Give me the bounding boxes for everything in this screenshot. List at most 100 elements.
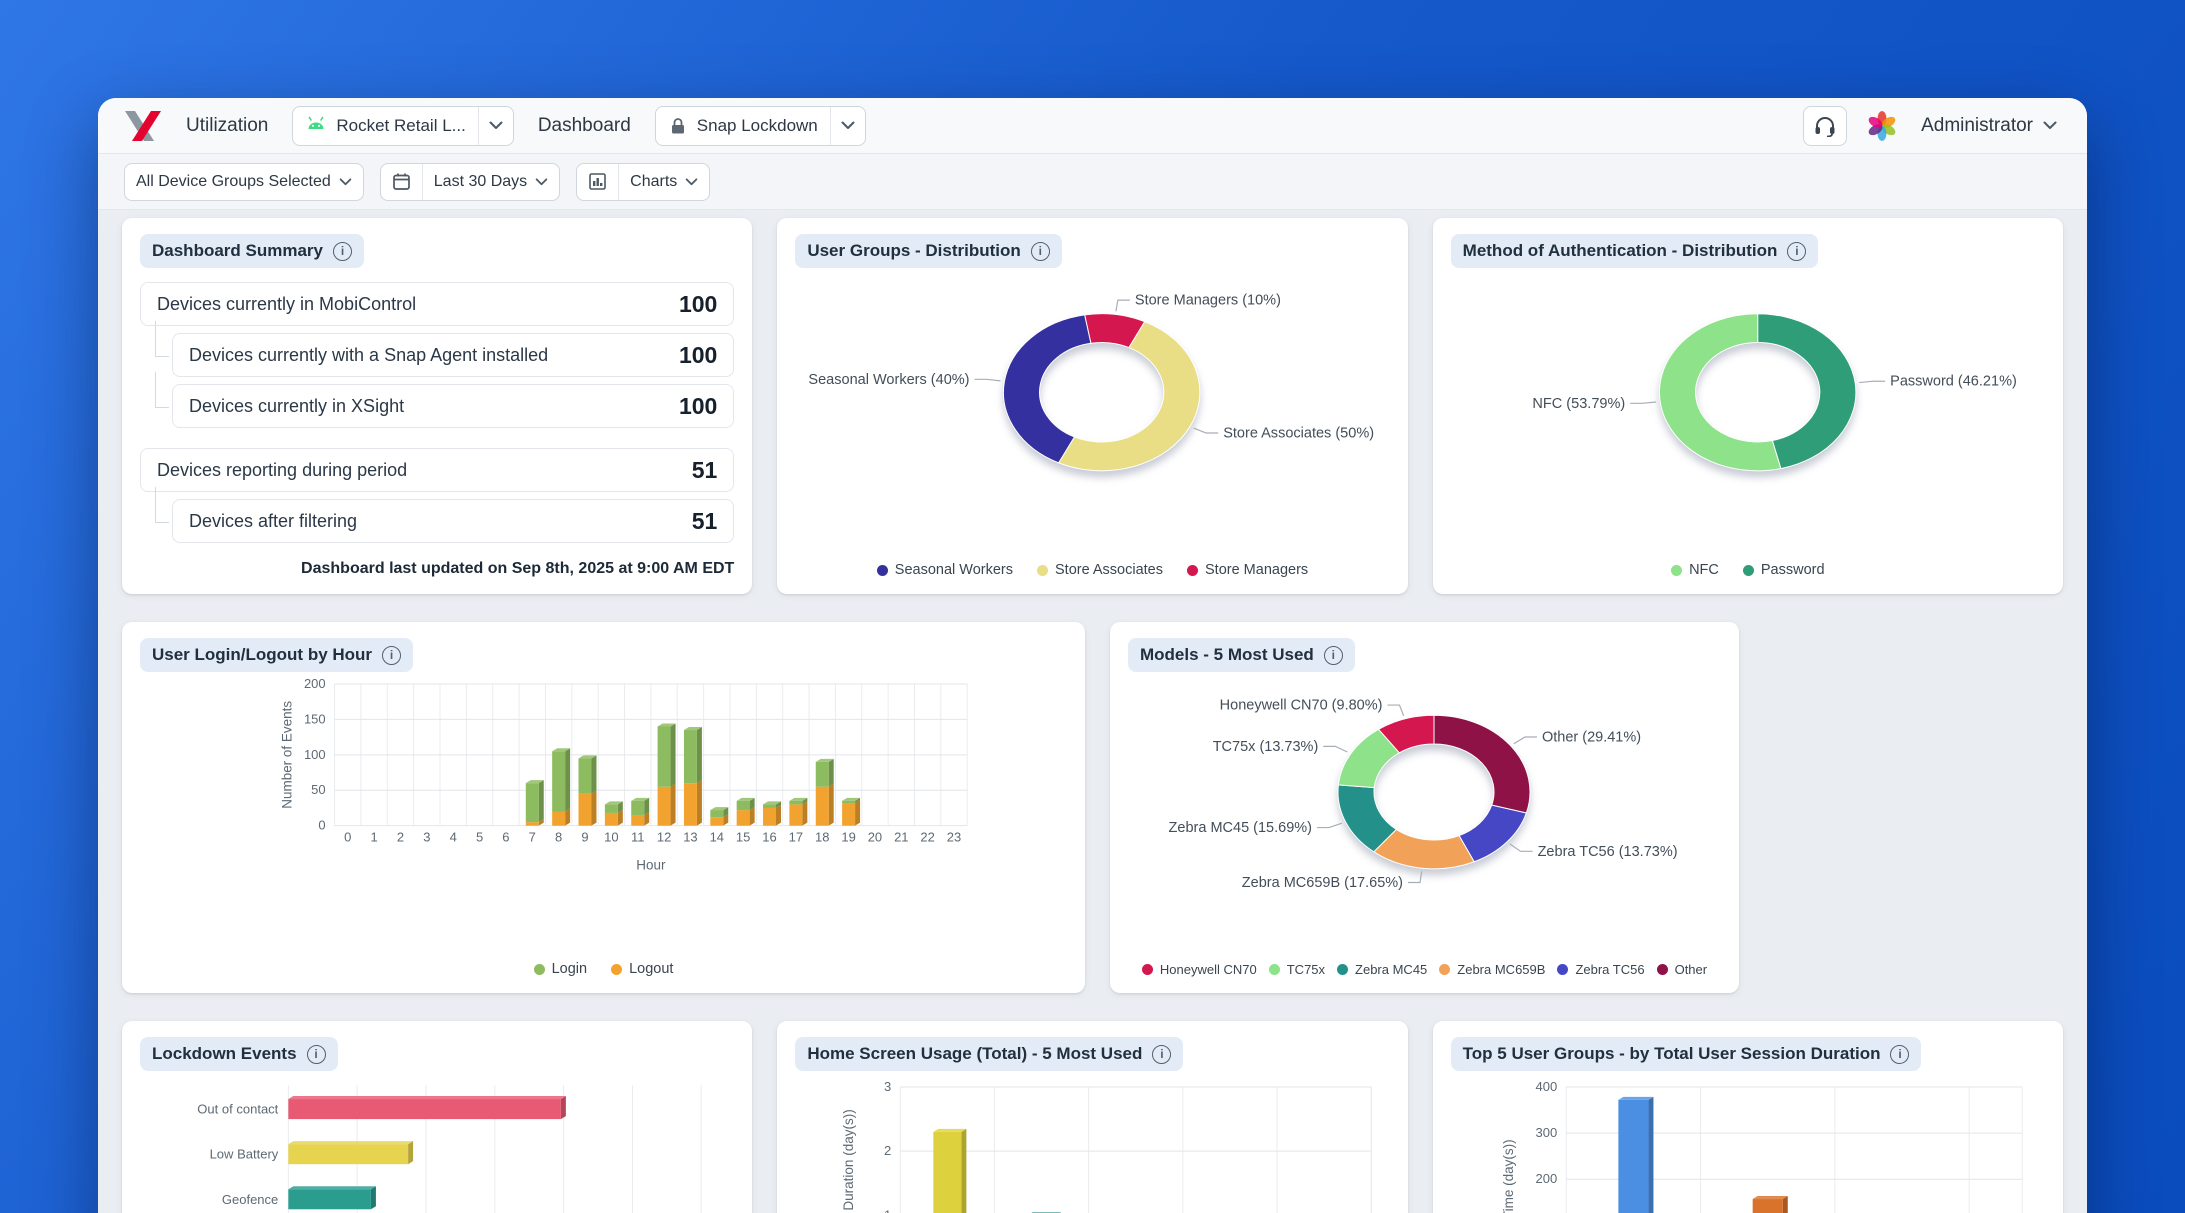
headset-icon (1813, 115, 1837, 137)
svg-text:Zebra TC56 (13.73%): Zebra TC56 (13.73%) (1538, 844, 1678, 860)
apps-pinwheel-icon (1866, 110, 1898, 142)
svg-text:15: 15 (736, 830, 750, 845)
user-groups-donut-chart: Store Managers (10%)Store Associates (50… (795, 274, 1389, 503)
top5-bar-chart: 0100200300400Time (day(s)) (1451, 1077, 2045, 1213)
chart-legend: Login Logout (140, 955, 1067, 977)
legend-dot (1337, 964, 1348, 975)
svg-text:Honeywell CN70 (9.80%): Honeywell CN70 (9.80%) (1220, 698, 1383, 714)
legend-label: NFC (1689, 562, 1719, 578)
legend-dot (1657, 964, 1668, 975)
legend-label: Login (552, 961, 587, 977)
android-icon (305, 116, 327, 136)
legend-label: Zebra TC56 (1575, 962, 1644, 977)
svg-text:4: 4 (450, 830, 457, 845)
chart-area: Store Managers (10%)Store Associates (50… (795, 274, 1389, 578)
card-lockdown-events: Lockdown Events i Out of contactLow Batt… (122, 1021, 752, 1213)
svg-text:50: 50 (311, 782, 325, 797)
svg-text:TC75x (13.73%): TC75x (13.73%) (1213, 739, 1319, 755)
summary-row-value: 51 (692, 508, 718, 535)
card-title: Top 5 User Groups - by Total User Sessio… (1463, 1044, 1881, 1064)
user-menu[interactable]: Administrator (1917, 115, 2061, 137)
info-icon[interactable]: i (1324, 646, 1343, 665)
legend-dot (1037, 565, 1048, 576)
svg-text:13: 13 (683, 830, 697, 845)
chart-legend: Honeywell CN70 TC75x Zebra MC45 Zebra MC659… (1128, 956, 1721, 977)
calendar-icon (392, 172, 411, 191)
legend-label: Honeywell CN70 (1160, 962, 1257, 977)
summary-row-label: Devices currently in XSight (189, 396, 404, 417)
legend-item: Store Associates (1037, 562, 1163, 578)
info-icon[interactable]: i (382, 646, 401, 665)
svg-text:17: 17 (789, 830, 803, 845)
summary-row-value: 100 (679, 291, 717, 318)
legend-dot (1557, 964, 1568, 975)
svg-text:14: 14 (710, 830, 724, 845)
info-icon[interactable]: i (307, 1045, 326, 1064)
legend-label: Logout (629, 961, 673, 977)
card-models: Models - 5 Most Used i Other (29.41%)Zeb… (1110, 622, 1739, 993)
svg-text:7: 7 (529, 830, 536, 845)
svg-text:Zebra MC45 (15.69%): Zebra MC45 (15.69%) (1169, 820, 1312, 836)
svg-text:Time (day(s)): Time (day(s)) (1501, 1139, 1516, 1213)
card-title: Method of Authentication - Distribution (1463, 241, 1778, 261)
card-title: Home Screen Usage (Total) - 5 Most Used (807, 1044, 1142, 1064)
chevron-down-icon (2043, 121, 2057, 130)
svg-text:NFC (53.79%): NFC (53.79%) (1532, 396, 1625, 412)
legend-item: Login (534, 961, 587, 977)
summary-row-value: 100 (679, 393, 717, 420)
chevron-down-icon (685, 178, 698, 186)
chevron-down-icon (339, 178, 352, 186)
svg-text:11: 11 (631, 830, 644, 845)
svg-text:400: 400 (1535, 1079, 1557, 1094)
last-updated-text: Dashboard last updated on Sep 8th, 2025 … (140, 550, 734, 578)
info-icon[interactable]: i (1890, 1045, 1909, 1064)
summary-row: Devices reporting during period51 (140, 448, 734, 492)
legend-dot (1671, 565, 1682, 576)
lockdown-profile-selector[interactable]: Snap Lockdown (655, 106, 866, 146)
legend-dot (611, 964, 622, 975)
legend-item: Zebra MC659B (1439, 962, 1545, 977)
card-title: User Groups - Distribution (807, 241, 1020, 261)
apps-button[interactable] (1861, 106, 1903, 146)
legend-dot (1187, 565, 1198, 576)
summary-row-label: Devices after filtering (189, 511, 357, 532)
card-title: Dashboard Summary (152, 241, 323, 261)
svg-text:100: 100 (304, 747, 326, 762)
info-icon[interactable]: i (1152, 1045, 1171, 1064)
legend-item: Password (1743, 562, 1825, 578)
chart-view-filter[interactable]: Charts (576, 163, 710, 201)
card-title: User Login/Logout by Hour (152, 645, 372, 665)
date-range-filter-value: Last 30 Days (434, 173, 527, 191)
info-icon[interactable]: i (1031, 242, 1050, 261)
svg-text:19: 19 (841, 830, 855, 845)
tenant-selector[interactable]: Rocket Retail L... (292, 106, 513, 146)
summary-list: Devices currently in MobiControl100Devic… (140, 282, 734, 543)
legend-label: TC75x (1287, 962, 1325, 977)
info-icon[interactable]: i (333, 242, 352, 261)
support-button[interactable] (1803, 106, 1847, 146)
legend-item: Other (1657, 962, 1708, 977)
chart-legend: NFC Password (1451, 556, 2045, 578)
svg-text:Seasonal Workers (40%): Seasonal Workers (40%) (809, 372, 970, 388)
chevron-down-icon (489, 121, 503, 130)
chevron-down-icon (535, 178, 548, 186)
card-title-badge: Lockdown Events i (140, 1037, 338, 1071)
device-groups-filter-value: All Device Groups Selected (136, 173, 331, 191)
date-range-filter[interactable]: Last 30 Days (380, 163, 560, 201)
summary-row-label: Devices currently with a Snap Agent inst… (189, 345, 548, 366)
legend-label: Seasonal Workers (895, 562, 1013, 578)
device-groups-filter[interactable]: All Device Groups Selected (124, 163, 364, 201)
svg-text:1: 1 (884, 1207, 891, 1213)
summary-row: Devices currently with a Snap Agent inst… (172, 333, 734, 377)
legend-dot (1743, 565, 1754, 576)
card-title-badge: User Groups - Distribution i (795, 234, 1061, 268)
legend-dot (877, 565, 888, 576)
card-top5-user-groups: Top 5 User Groups - by Total User Sessio… (1433, 1021, 2063, 1213)
chart-area: 0123Screen Duration (day(s)) (795, 1077, 1389, 1213)
top-bar: Utilization Rocket Retail L... (98, 98, 2087, 154)
summary-row-value: 51 (692, 457, 718, 484)
legend-label: Zebra MC45 (1355, 962, 1427, 977)
app-logo-icon (124, 110, 162, 142)
homescreen-bar-chart: 0123Screen Duration (day(s)) (795, 1077, 1389, 1213)
info-icon[interactable]: i (1787, 242, 1806, 261)
